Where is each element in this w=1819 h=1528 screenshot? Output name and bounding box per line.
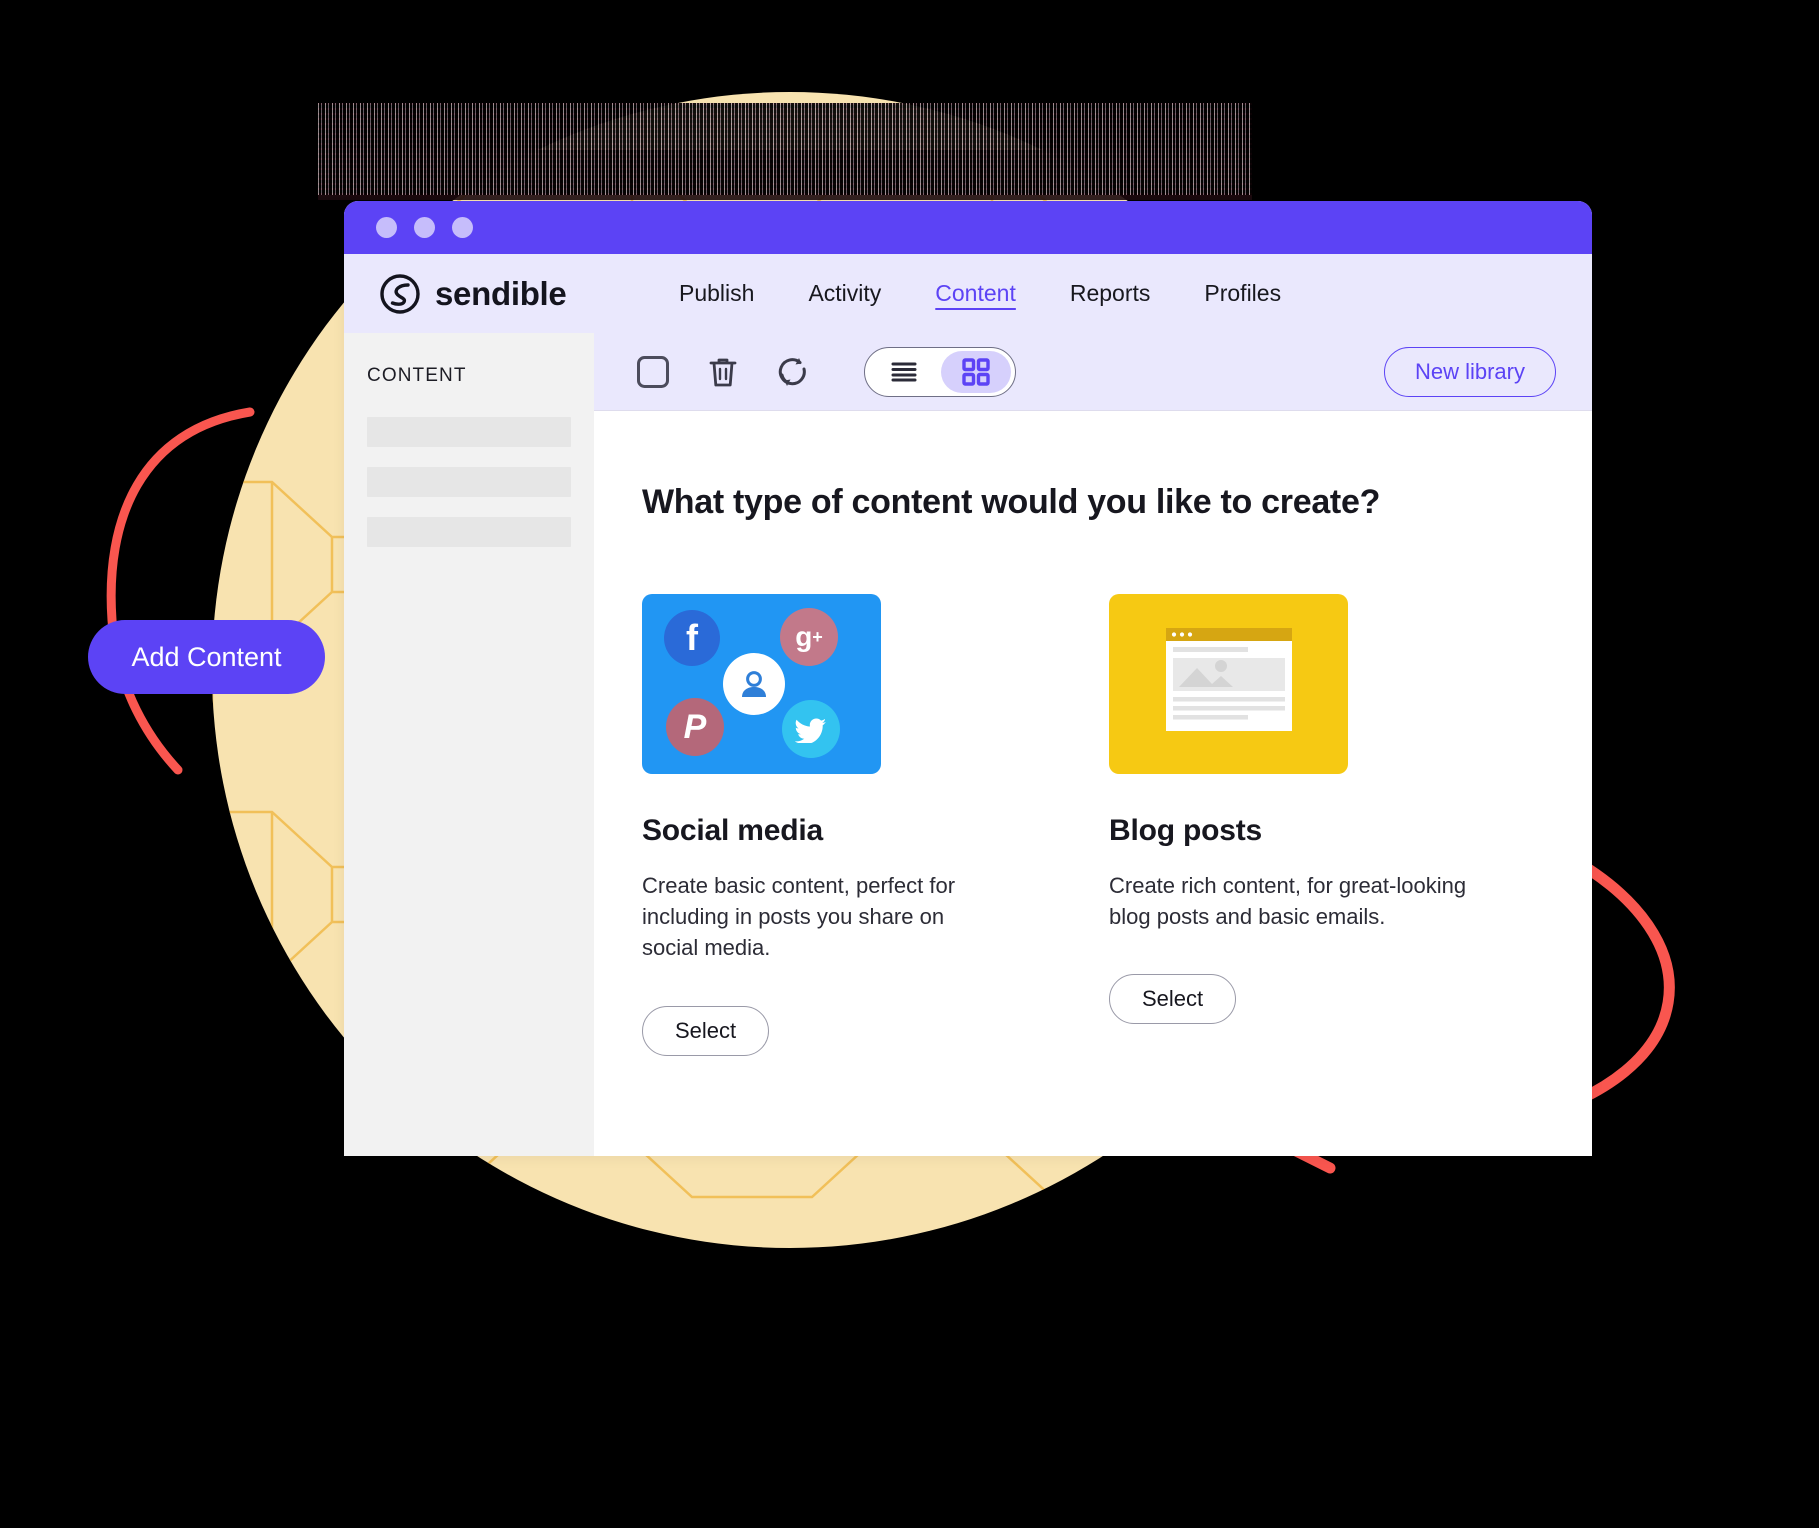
sidebar-placeholder-row — [367, 467, 571, 497]
nav-link-activity[interactable]: Activity — [781, 274, 908, 313]
page-title: What type of content would you like to c… — [642, 483, 1381, 521]
browser-window-icon — [1166, 628, 1292, 731]
content-column: New library What type of content would y… — [594, 333, 1592, 1156]
nav-link-profiles[interactable]: Profiles — [1177, 274, 1308, 313]
card-title-blog-posts: Blog posts — [1109, 814, 1262, 847]
social-media-thumbnail: f g + P — [642, 594, 881, 774]
app-body: CONTENT New library What type of content… — [344, 333, 1592, 1156]
refresh-icon[interactable] — [770, 349, 816, 395]
nav-link-reports[interactable]: Reports — [1043, 274, 1178, 313]
select-button-blog-posts[interactable]: Select — [1109, 974, 1237, 1025]
window-dot-close[interactable] — [376, 217, 397, 238]
person-icon — [723, 653, 785, 715]
sidebar-placeholder-row — [367, 517, 571, 547]
card-blog-posts: Blog posts Create rich content, for grea… — [1109, 594, 1469, 1056]
window-dot-minimize[interactable] — [414, 217, 435, 238]
screenshot-stage: sendible Publish Activity Content Report… — [0, 0, 1819, 1528]
card-social-media: f g + P Social media Create basic conten… — [642, 594, 1002, 1056]
content-type-cards: f g + P Social media Create basic conten… — [642, 594, 1592, 1056]
card-description-blog-posts: Create rich content, for great-looking b… — [1109, 873, 1467, 930]
main-pane: What type of content would you like to c… — [594, 411, 1592, 1156]
add-content-pill[interactable]: Add Content — [88, 620, 325, 694]
image-noise-band — [318, 103, 1252, 195]
app-navbar: sendible Publish Activity Content Report… — [344, 254, 1592, 333]
nav-link-content[interactable]: Content — [908, 274, 1043, 313]
brand-name: sendible — [435, 274, 567, 312]
list-view-icon[interactable] — [869, 351, 939, 393]
sidebar-title: CONTENT — [367, 365, 467, 386]
blog-posts-thumbnail — [1109, 594, 1348, 774]
new-library-button[interactable]: New library — [1383, 346, 1556, 397]
sidebar-placeholder-row — [367, 417, 571, 447]
brand[interactable]: sendible — [379, 273, 634, 315]
facebook-icon: f — [664, 610, 720, 666]
select-button-social-media[interactable]: Select — [642, 1005, 770, 1056]
checkbox-icon[interactable] — [630, 349, 676, 395]
card-title-social-media: Social media — [642, 814, 824, 847]
card-description-social-media: Create basic content, perfect for includ… — [642, 873, 956, 961]
nav-links: Publish Activity Content Reports Profile… — [652, 274, 1308, 313]
google-plus-icon: g + — [780, 608, 838, 666]
nav-link-publish[interactable]: Publish — [652, 274, 781, 313]
twitter-icon — [782, 700, 840, 758]
window-titlebar — [344, 201, 1592, 254]
grid-view-icon[interactable] — [941, 350, 1011, 393]
window-dot-maximize[interactable] — [452, 217, 473, 238]
pinterest-icon: P — [666, 698, 724, 756]
content-toolbar: New library — [594, 333, 1592, 411]
sidebar: CONTENT — [344, 333, 594, 1156]
trash-icon[interactable] — [700, 349, 746, 395]
browser-window: sendible Publish Activity Content Report… — [344, 201, 1592, 1156]
view-toggle — [864, 346, 1016, 397]
sendible-logo-icon — [380, 273, 420, 314]
